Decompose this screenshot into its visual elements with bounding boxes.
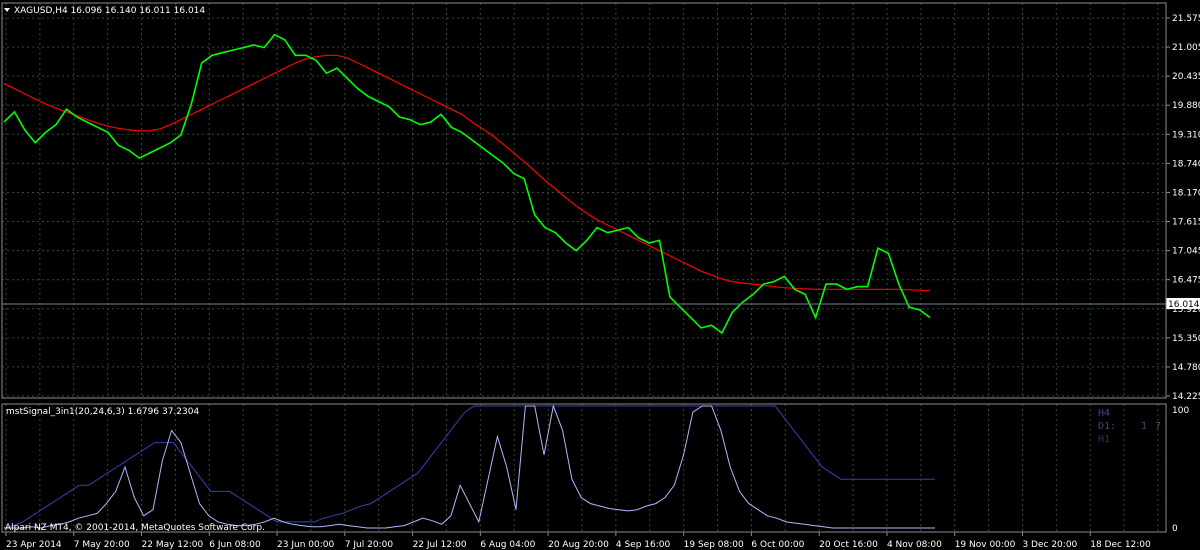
price-tick-label: 19.310 (1172, 130, 1200, 140)
chart-title-text: XAGUSD,H4 16.096 16.140 16.011 16.014 (14, 6, 205, 16)
time-tick-label: 6 Aug 04:00 (480, 540, 535, 550)
time-tick-label: 19 Nov 00:00 (955, 540, 1016, 550)
price-tick-label: 15.350 (1172, 334, 1200, 344)
time-tick-label: 22 Jul 12:00 (413, 540, 467, 550)
price-tick-label: 21.575 (1172, 14, 1200, 24)
time-tick-label: 22 May 12:00 (142, 540, 204, 550)
tf-h4: H4 (1098, 408, 1110, 419)
price-tick-label: 17.045 (1172, 247, 1200, 257)
time-tick-label: 7 Jul 20:00 (345, 540, 394, 550)
price-tick-label: 16.475 (1172, 276, 1200, 286)
time-tick-label: 7 May 20:00 (74, 540, 130, 550)
time-tick-label: 3 Dec 20:00 (1022, 540, 1077, 550)
current-price-tag: 16.014 (1166, 297, 1200, 310)
time-tick-label: 4 Nov 08:00 (887, 540, 942, 550)
chart-title[interactable]: XAGUSD,H4 16.096 16.140 16.011 16.014 (4, 6, 205, 16)
price-tick-label: 20.435 (1172, 72, 1200, 82)
price-tick-label: 14.780 (1172, 363, 1200, 373)
time-tick-label: 4 Sep 16:00 (616, 540, 671, 550)
time-tick-label: 18 Dec 12:00 (1090, 540, 1151, 550)
time-tick-label: 20 Oct 16:00 (819, 540, 878, 550)
current-price-label: 16.014 (1168, 300, 1200, 310)
time-tick-label: 6 Jun 08:00 (209, 540, 261, 550)
tf-d1: D1: (1098, 421, 1116, 432)
price-tick-label: 21.005 (1172, 43, 1200, 53)
price-tick-label: 18.740 (1172, 159, 1200, 169)
chart-background (0, 0, 1200, 550)
tf-h1: H1 (1098, 434, 1110, 445)
tf-d1-val1: 1 (1141, 421, 1147, 432)
time-tick-label: 20 Aug 20:00 (548, 540, 609, 550)
time-tick-label: 23 Apr 2014 (6, 540, 62, 550)
copyright-text: Alpari NZ MT4, © 2001-2014, MetaQuotes S… (5, 523, 265, 533)
time-tick-label: 6 Oct 00:00 (751, 540, 804, 550)
price-tick-label: 17.615 (1172, 218, 1200, 228)
trading-chart[interactable]: 21.575 21.005 20.435 19.880 19.310 18.740 18.1… (0, 0, 1200, 550)
indicator-min-label: 0 (1172, 524, 1178, 534)
time-tick-label: 19 Sep 08:00 (684, 540, 744, 550)
price-tick-label: 19.880 (1172, 101, 1200, 111)
indicator-max-label: 100 (1172, 406, 1189, 416)
time-tick-label: 23 Jun 00:00 (277, 540, 334, 550)
price-tick-label: 14.225 (1172, 392, 1200, 402)
indicator-label: mstSignal_3in1(20,24,6,3) 1.6796 37.2304 (6, 407, 199, 417)
price-tick-label: 18.170 (1172, 188, 1200, 198)
tf-d1-val2: 7 (1155, 421, 1161, 432)
